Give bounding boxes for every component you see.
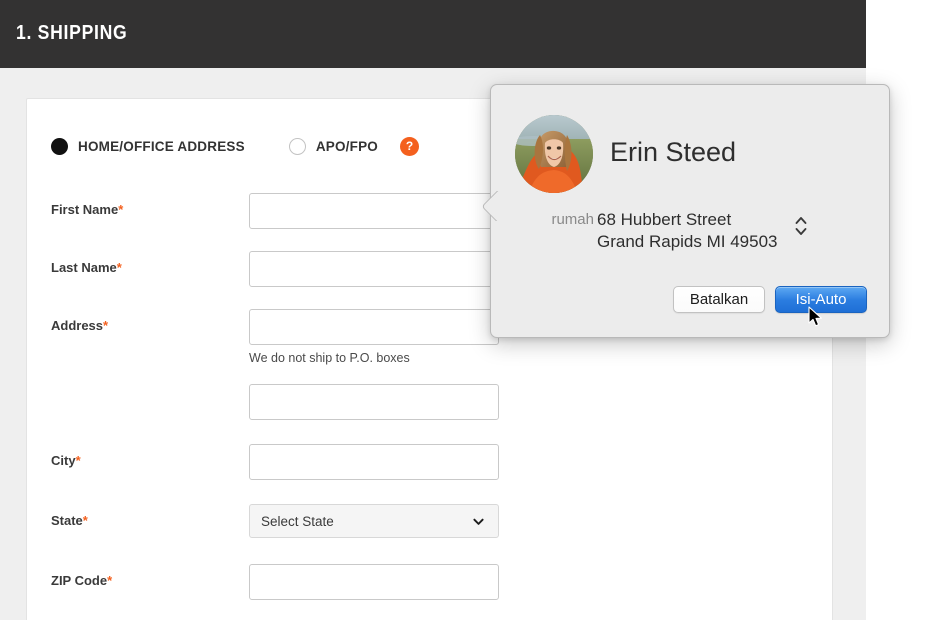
label-last-name: Last Name* — [51, 260, 122, 275]
field-row-state: State* Select State — [51, 504, 511, 540]
required-marker: * — [107, 573, 112, 588]
last-name-input[interactable] — [249, 251, 499, 287]
popover-button-row: Batalkan Isi-Auto — [673, 286, 867, 313]
required-marker: * — [76, 453, 81, 468]
radio-unselected-icon[interactable] — [289, 138, 306, 155]
field-row-last-name: Last Name* — [51, 251, 511, 287]
cancel-button[interactable]: Batalkan — [673, 286, 765, 313]
field-row-zip-code: ZIP Code* — [51, 564, 511, 600]
contact-name: Erin Steed — [610, 137, 736, 168]
field-row-address-line2 — [51, 384, 511, 420]
required-marker: * — [103, 318, 108, 333]
label-city: City* — [51, 453, 81, 468]
autofill-button[interactable]: Isi-Auto — [775, 286, 867, 313]
contact-avatar-photo — [515, 115, 593, 193]
required-marker: * — [117, 260, 122, 275]
page-title: 1. SHIPPING — [16, 22, 127, 45]
radio-selected-icon[interactable] — [51, 138, 68, 155]
radio-option-apo-fpo[interactable]: APO/FPO — [289, 138, 378, 155]
zip-code-input[interactable] — [249, 564, 499, 600]
field-row-city: City* — [51, 444, 511, 480]
label-state: State* — [51, 513, 88, 528]
shipping-section-header: 1. SHIPPING — [0, 0, 866, 68]
contact-address: 68 Hubbert Street Grand Rapids MI 49503 — [597, 209, 778, 253]
label-first-name: First Name* — [51, 202, 123, 217]
required-marker: * — [83, 513, 88, 528]
field-row-address: Address* — [51, 309, 511, 345]
screenshot-root: 1. SHIPPING HOME/OFFICE ADDRESS APO/FPO … — [0, 0, 934, 620]
question-mark-icon[interactable]: ? — [400, 137, 419, 156]
first-name-input[interactable] — [249, 193, 499, 229]
address-line1-input[interactable] — [249, 309, 499, 345]
radio-option-home-office-address[interactable]: HOME/OFFICE ADDRESS — [51, 138, 245, 155]
state-select[interactable]: Select State — [249, 504, 499, 538]
address-type-radio-group: HOME/OFFICE ADDRESS APO/FPO ? — [51, 137, 419, 156]
up-down-stepper-icon[interactable] — [793, 213, 809, 239]
city-input[interactable] — [249, 444, 499, 480]
chevron-down-icon — [473, 516, 484, 527]
radio-label-apo-fpo: APO/FPO — [316, 139, 378, 154]
label-address: Address* — [51, 318, 108, 333]
autofill-popover: Erin Steed rumah 68 Hubbert Street Grand… — [490, 84, 890, 338]
state-select-value: Select State — [261, 514, 334, 529]
radio-label-home-office-address: HOME/OFFICE ADDRESS — [78, 139, 245, 154]
label-zip-code: ZIP Code* — [51, 573, 112, 588]
address-helper-text: We do not ship to P.O. boxes — [249, 351, 410, 365]
address-line2-input[interactable] — [249, 384, 499, 420]
address-label-tag: rumah — [522, 211, 594, 228]
address-line-2: Grand Rapids MI 49503 — [597, 231, 778, 253]
address-line-1: 68 Hubbert Street — [597, 209, 778, 231]
field-row-first-name: First Name* — [51, 193, 511, 229]
required-marker: * — [118, 202, 123, 217]
popover-callout-arrow — [480, 191, 502, 221]
